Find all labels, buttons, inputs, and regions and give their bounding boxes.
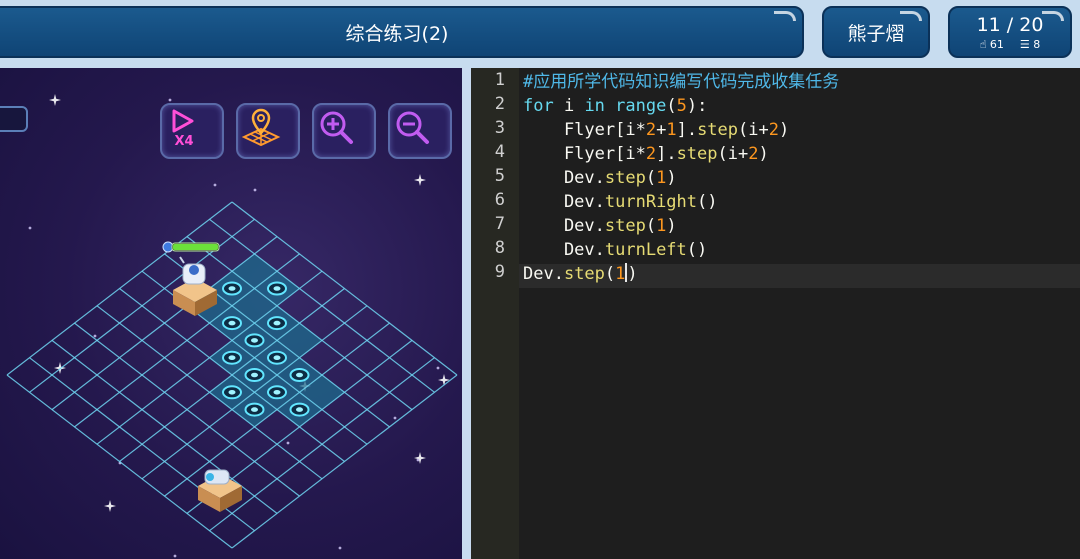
star-icon bbox=[93, 334, 97, 338]
user-name-text: 熊子熠 bbox=[847, 22, 905, 45]
line-number: 3 bbox=[494, 118, 505, 138]
code-line[interactable]: Flyer[i*2+1].step(i+2) bbox=[523, 118, 789, 142]
line-number-gutter: 1 2 3 4 5 6 7 8 9 bbox=[471, 68, 519, 559]
level-title: 综合练习(2) bbox=[0, 6, 804, 58]
star-icon bbox=[28, 226, 32, 230]
level-title-text: 综合练习(2) bbox=[345, 22, 449, 45]
line-number: 7 bbox=[494, 214, 505, 234]
map-view-button[interactable] bbox=[236, 103, 300, 159]
code-editor[interactable]: 1 2 3 4 5 6 7 8 9 #应用所学代码知识编写代码完成收集任务 for… bbox=[471, 68, 1080, 559]
collectible-core bbox=[273, 320, 281, 326]
collectible-core bbox=[228, 320, 236, 326]
star-icon bbox=[438, 374, 450, 386]
code-line[interactable]: Flyer[i*2].step(i+2) bbox=[523, 142, 769, 166]
star-icon bbox=[414, 452, 426, 464]
robot-eye bbox=[189, 265, 199, 275]
top-bar: 综合练习(2) 熊子熠 11 / 20 ☝ 61 ☰ 8 bbox=[0, 0, 1080, 68]
line-number: 9 bbox=[494, 262, 505, 282]
collectible-core bbox=[228, 390, 236, 395]
collectible-core bbox=[296, 372, 303, 378]
line-number: 6 bbox=[494, 190, 505, 210]
collectible-core bbox=[273, 286, 281, 291]
panel-divider[interactable] bbox=[462, 68, 471, 559]
star-icon bbox=[213, 183, 217, 187]
progress-stats: ☝ 61 ☰ 8 bbox=[980, 38, 1041, 51]
hand-icon: ☝ bbox=[979, 37, 987, 51]
likes-stat: ☝ 61 bbox=[980, 38, 1004, 51]
code-line[interactable]: #应用所学代码知识编写代码完成收集任务 bbox=[523, 70, 839, 94]
speed-label: X4 bbox=[174, 134, 193, 149]
play-speed-icon: X4 bbox=[172, 109, 194, 149]
code-line[interactable]: Dev.step(1) bbox=[523, 166, 677, 190]
collectible-core bbox=[273, 355, 281, 361]
gloss-decoration bbox=[774, 11, 796, 21]
code-line[interactable]: Dev.step(1) bbox=[523, 214, 677, 238]
collectible-core bbox=[251, 372, 258, 378]
zoom-in-icon bbox=[320, 111, 353, 144]
level-progress-button[interactable]: 11 / 20 ☝ 61 ☰ 8 bbox=[948, 6, 1072, 58]
list-icon: ☰ bbox=[1019, 37, 1030, 51]
code-line[interactable]: Dev.turnRight() bbox=[523, 190, 718, 214]
star-icon bbox=[173, 554, 177, 558]
user-name-badge[interactable]: 熊子熠 bbox=[822, 6, 930, 58]
zoom-out-icon bbox=[396, 111, 429, 144]
star-icon bbox=[414, 174, 426, 186]
side-panel-tab[interactable] bbox=[0, 106, 28, 132]
likes-count: 61 bbox=[989, 37, 1004, 51]
star-icon bbox=[393, 416, 397, 420]
collectible-core bbox=[251, 338, 258, 343]
collectible-core bbox=[273, 390, 281, 395]
star-icon bbox=[49, 94, 61, 106]
gloss-decoration bbox=[1042, 11, 1064, 21]
star-icon bbox=[416, 458, 420, 462]
star-icon bbox=[104, 500, 116, 512]
line-number: 4 bbox=[494, 142, 505, 162]
flyer-light bbox=[206, 473, 214, 481]
map-pin-icon bbox=[241, 108, 281, 147]
progress-text: 11 / 20 bbox=[976, 13, 1044, 36]
collectible-core bbox=[228, 286, 236, 291]
robot-antenna bbox=[179, 256, 185, 264]
collectible-core bbox=[228, 355, 236, 361]
list-count: 8 bbox=[1033, 37, 1041, 51]
list-stat: ☰ 8 bbox=[1020, 38, 1040, 51]
collectible-core bbox=[296, 407, 303, 412]
line-number: 8 bbox=[494, 238, 505, 258]
star-icon bbox=[168, 98, 172, 102]
game-canvas[interactable]: X4 bbox=[0, 68, 462, 559]
code-line[interactable]: Dev.step(1) bbox=[523, 262, 638, 286]
star-icon bbox=[338, 546, 342, 550]
line-number: 5 bbox=[494, 166, 505, 186]
star-icon bbox=[436, 366, 440, 370]
code-line[interactable]: for i in range(5): bbox=[523, 94, 707, 118]
gloss-decoration bbox=[900, 11, 922, 21]
line-number: 1 bbox=[494, 70, 505, 90]
zoom-out-button[interactable] bbox=[388, 103, 452, 159]
zoom-in-button[interactable] bbox=[312, 103, 376, 159]
speed-x4-button[interactable]: X4 bbox=[160, 103, 224, 159]
code-line[interactable]: Dev.turnLeft() bbox=[523, 238, 707, 262]
line-number: 2 bbox=[494, 94, 505, 114]
collectible-core bbox=[251, 407, 258, 412]
star-icon bbox=[253, 188, 257, 192]
health-bar-fill bbox=[173, 244, 218, 250]
star-icon bbox=[286, 441, 290, 445]
